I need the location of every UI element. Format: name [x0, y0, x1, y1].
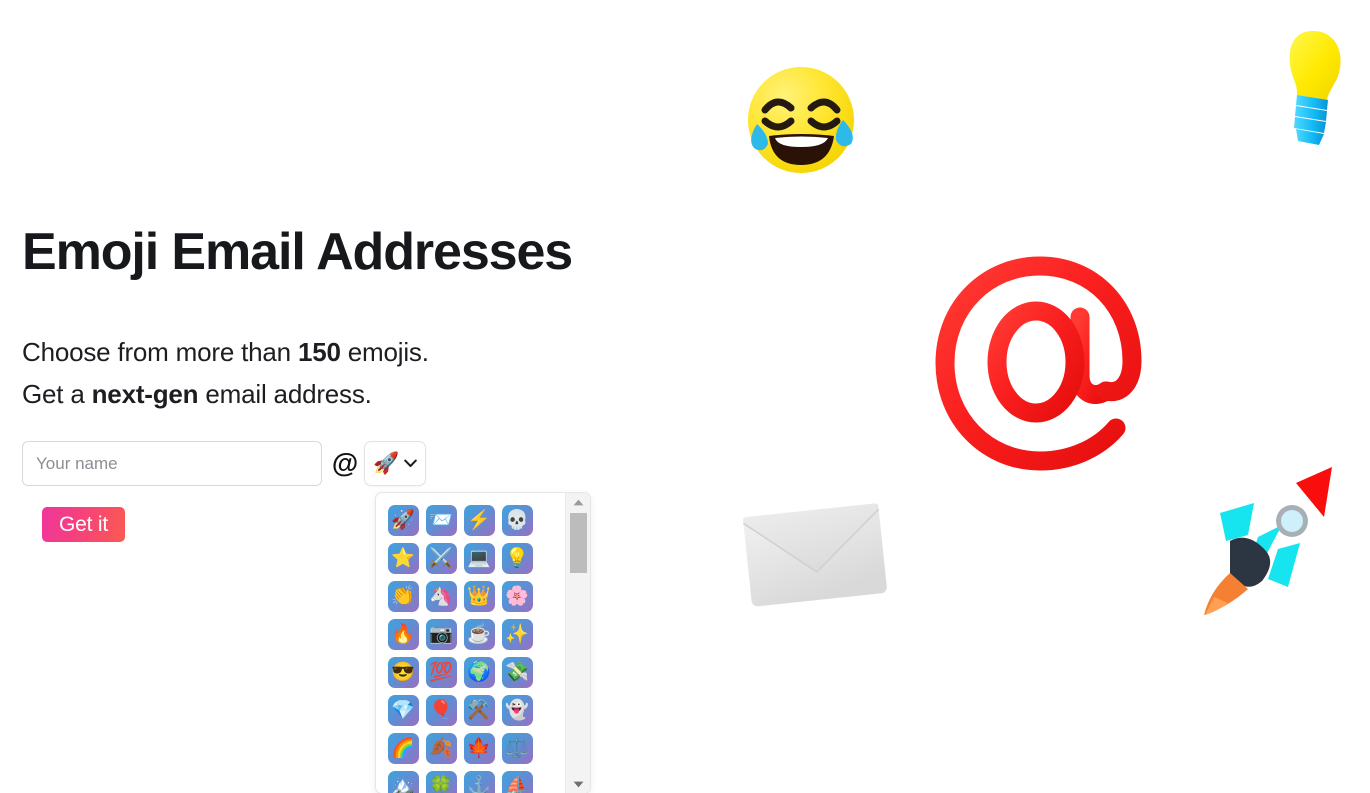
emoji-tile-light-bulb[interactable]: 💡 [498, 539, 536, 577]
unicorn-icon: 🦄 [425, 580, 457, 612]
emoji-tile-balloon[interactable]: 🎈 [422, 691, 460, 729]
emoji-tile-money-with-wings[interactable]: 💸 [498, 653, 536, 691]
scroll-down-arrow-icon[interactable] [566, 775, 590, 793]
maple-leaf-icon: 🍁 [463, 732, 495, 764]
hero-subtitle: Choose from more than 150 emojis. Get a … [22, 331, 429, 415]
crossed-swords-icon: ⚔️ [425, 542, 457, 574]
emoji-tile-ghost[interactable]: 👻 [498, 691, 536, 729]
camera-icon: 📷 [425, 618, 457, 650]
rocket-icon: 🚀 [373, 452, 400, 475]
scroll-up-arrow-icon[interactable] [566, 493, 591, 511]
emoji-grid: 🚀 📨 ⚡ 💀 ⭐ ⚔️ 💻 💡 👏 🦄 👑 🌸 🔥 📷 ☕ ✨ 😎 💯 🌍 💸 💎 🎈 ⚒️ 👻 🌈 🍂 🍁 ⚖️ 🏔️ 🍀 ⚓ ⛵ [384, 501, 565, 793]
snow-capped-mountain-icon: 🏔️ [387, 770, 419, 793]
crown-icon: 👑 [463, 580, 495, 612]
fire-icon: 🔥 [387, 618, 419, 650]
emoji-tile-high-voltage[interactable]: ⚡ [460, 501, 498, 539]
emoji-tile-globe-showing-europe-africa[interactable]: 🌍 [460, 653, 498, 691]
high-voltage-icon: ⚡ [463, 504, 495, 536]
emoji-tile-anchor[interactable]: ⚓ [460, 767, 498, 793]
hot-beverage-icon: ☕ [463, 618, 495, 650]
incoming-envelope-icon: 📨 [425, 504, 457, 536]
subtitle-line-2-pre: Get a [22, 379, 92, 409]
at-sign-art [935, 256, 1142, 471]
emoji-tile-unicorn[interactable]: 🦄 [422, 577, 460, 615]
signup-form: @ 🚀 [22, 441, 426, 486]
hundred-points-icon: 💯 [425, 656, 457, 688]
landing-page: Emoji Email Addresses Choose from more t… [0, 0, 1370, 793]
emoji-picker-panel: 🚀 📨 ⚡ 💀 ⭐ ⚔️ 💻 💡 👏 🦄 👑 🌸 🔥 📷 ☕ ✨ 😎 💯 🌍 💸 💎 🎈 ⚒️ 👻 🌈 🍂 🍁 ⚖️ 🏔️ 🍀 ⚓ ⛵ [375, 492, 591, 793]
emoji-tile-clapping-hands[interactable]: 👏 [384, 577, 422, 615]
laptop-icon: 💻 [463, 542, 495, 574]
page-title: Emoji Email Addresses [22, 223, 573, 281]
star-icon: ⭐ [387, 542, 419, 574]
rocket-icon: 🚀 [387, 504, 419, 536]
emoji-tile-balance-scale[interactable]: ⚖️ [498, 729, 536, 767]
emoji-tile-crown[interactable]: 👑 [460, 577, 498, 615]
emoji-tile-star[interactable]: ⭐ [384, 539, 422, 577]
emoji-tile-cherry-blossom[interactable]: 🌸 [498, 577, 536, 615]
clapping-hands-icon: 👏 [387, 580, 419, 612]
emoji-tile-camera[interactable]: 📷 [422, 615, 460, 653]
smiling-face-with-sunglasses-icon: 😎 [387, 656, 419, 688]
emoji-tile-hot-beverage[interactable]: ☕ [460, 615, 498, 653]
fallen-leaf-icon: 🍂 [425, 732, 457, 764]
emoji-tile-gem-stone[interactable]: 💎 [384, 691, 422, 729]
get-it-button[interactable]: Get it [42, 507, 125, 542]
subtitle-line-1-pre: Choose from more than [22, 337, 298, 367]
balance-scale-icon: ⚖️ [501, 732, 533, 764]
light-bulb-art [1289, 31, 1341, 145]
subtitle-emoji-count: 150 [297, 337, 341, 367]
subtitle-line-1: Choose from more than 150 emojis. [22, 331, 429, 373]
gem-stone-icon: 💎 [387, 694, 419, 726]
envelope-art [742, 503, 887, 607]
cherry-blossom-icon: 🌸 [501, 580, 533, 612]
emoji-tile-maple-leaf[interactable]: 🍁 [460, 729, 498, 767]
emoji-tile-hundred-points[interactable]: 💯 [422, 653, 460, 691]
emoji-picker-scrollbar[interactable] [565, 493, 590, 793]
sparkles-icon: ✨ [501, 618, 533, 650]
rainbow-icon: 🌈 [387, 732, 419, 764]
subtitle-line-1-post: emojis. [340, 337, 429, 367]
four-leaf-clover-icon: 🍀 [425, 770, 457, 793]
emoji-tile-rocket[interactable]: 🚀 [384, 501, 422, 539]
subtitle-nextgen: next-gen [91, 379, 199, 409]
emoji-tile-skull[interactable]: 💀 [498, 501, 536, 539]
light-bulb-icon: 💡 [501, 542, 533, 574]
skull-icon: 💀 [501, 504, 533, 536]
sailboat-icon: ⛵ [501, 770, 533, 793]
emoji-tile-hammer-and-pick[interactable]: ⚒️ [460, 691, 498, 729]
name-input[interactable] [22, 441, 322, 486]
subtitle-line-2: Get a next-gen email address. [22, 373, 429, 415]
ghost-icon: 👻 [501, 694, 533, 726]
emoji-tile-four-leaf-clover[interactable]: 🍀 [422, 767, 460, 793]
emoji-tile-sailboat[interactable]: ⛵ [498, 767, 536, 793]
emoji-grid-viewport: 🚀 📨 ⚡ 💀 ⭐ ⚔️ 💻 💡 👏 🦄 👑 🌸 🔥 📷 ☕ ✨ 😎 💯 🌍 💸 💎 🎈 ⚒️ 👻 🌈 🍂 🍁 ⚖️ 🏔️ 🍀 ⚓ ⛵ [376, 493, 565, 793]
emoji-tile-rainbow[interactable]: 🌈 [384, 729, 422, 767]
balloon-icon: 🎈 [425, 694, 457, 726]
emoji-tile-smiling-face-with-sunglasses[interactable]: 😎 [384, 653, 422, 691]
at-symbol: @ [331, 448, 359, 478]
emoji-tile-fallen-leaf[interactable]: 🍂 [422, 729, 460, 767]
emoji-tile-crossed-swords[interactable]: ⚔️ [422, 539, 460, 577]
face-with-tears-of-joy-art [748, 67, 854, 173]
scrollbar-thumb[interactable] [570, 513, 587, 573]
subtitle-line-2-post: email address. [198, 379, 372, 409]
globe-showing-europe-africa-icon: 🌍 [463, 656, 495, 688]
emoji-tile-incoming-envelope[interactable]: 📨 [422, 501, 460, 539]
emoji-tile-fire[interactable]: 🔥 [384, 615, 422, 653]
rocket-art [1204, 467, 1332, 615]
hammer-and-pick-icon: ⚒️ [463, 694, 495, 726]
chevron-down-icon [403, 459, 417, 467]
emoji-tile-sparkles[interactable]: ✨ [498, 615, 536, 653]
anchor-icon: ⚓ [463, 770, 495, 793]
emoji-tile-snow-capped-mountain[interactable]: 🏔️ [384, 767, 422, 793]
emoji-select-button[interactable]: 🚀 [364, 441, 426, 486]
emoji-tile-laptop[interactable]: 💻 [460, 539, 498, 577]
money-with-wings-icon: 💸 [501, 656, 533, 688]
